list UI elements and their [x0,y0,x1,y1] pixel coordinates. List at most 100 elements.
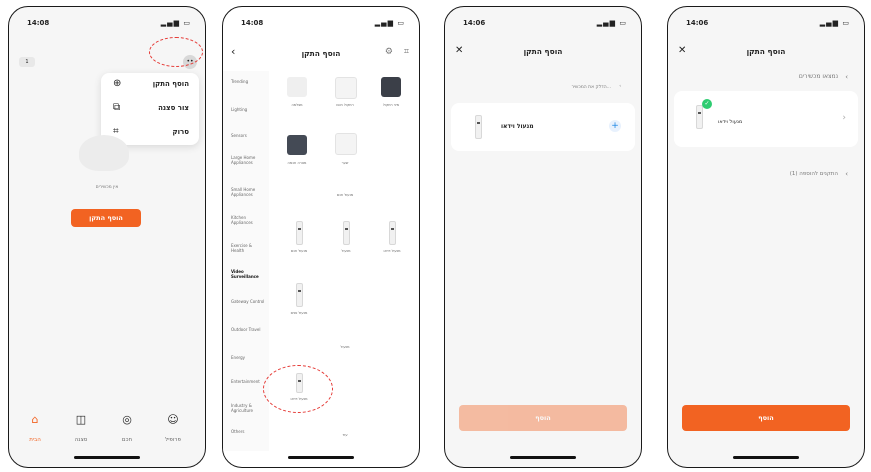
pending-devices-label[interactable]: (1) התקנים להוספה [790,171,838,177]
category-item[interactable]: Sensors [231,133,265,138]
lock-image [475,115,482,139]
category-sidebar [223,71,269,451]
tab-home[interactable]: ⌂ הבית [15,413,55,445]
category-item[interactable]: Entertainment [231,379,265,384]
lock-image[interactable] [389,221,396,245]
phone-add-device-searching: 14:06 ▂▄▆ ▭ ✕ הוסף התקן הדלק את המכשיר..… [444,6,642,468]
phone-home-screen: 14:08 ▂▄▆ ▭ 1 •• ⊕ הוסף התקן ⧉ צור סצנה … [8,6,206,468]
menu-label: סרוק [172,128,189,136]
home-indicator [510,456,576,459]
page-title: הוסף התקן [523,47,563,56]
lock-image[interactable] [296,221,303,245]
device-label: רמקול חכם [336,103,354,107]
category-item[interactable]: Small Home Appliances [231,187,265,197]
hint-text: הדלק את המכשיר... [571,85,611,90]
found-devices-label: נמצאו מכשירים [798,73,838,80]
scan-icon[interactable]: ⌗ [404,47,409,57]
device-name: מנעול וידאו [501,123,534,130]
device-tile-smart-light[interactable] [287,135,307,155]
category-item[interactable]: Lighting [231,107,265,112]
category-item[interactable]: Large Home Appliances [231,155,265,165]
device-card[interactable]: מנעול וידאו + [451,103,635,151]
back-icon[interactable]: ‹ [231,45,235,58]
tab-scene[interactable]: ◫ סצנה [61,413,101,445]
lock-image[interactable] [296,283,303,307]
status-bar: 14:08 ▂▄▆ ▭ [237,19,407,31]
device-label: מנעול וידאו [383,249,401,253]
status-time: 14:08 [241,19,264,27]
device-card-selected[interactable]: ✓ מנעול וידאו › [674,91,858,147]
lock-image [696,105,703,129]
category-item-selected[interactable]: Video Surveillance [231,269,265,279]
home-badge: 1 [25,59,29,65]
status-time: 14:06 [463,19,486,27]
add-circle-icon: ⊕ [113,78,122,89]
category-item[interactable]: Others [231,429,265,434]
phone-add-device-selected: 14:06 ▂▄▆ ▭ ✕ הוסף התקן נמצאו מכשירים ‹ … [667,6,865,468]
profile-icon: ☺ [167,413,179,426]
device-tile-gate[interactable] [335,133,357,155]
check-icon: ✓ [702,99,712,109]
device-tile-mini-speaker[interactable] [381,77,401,97]
home-indicator [288,456,354,459]
add-button-disabled[interactable]: הוסף [459,405,627,431]
settings-icon[interactable]: ⚙ [385,47,393,57]
lock-image[interactable] [343,221,350,245]
home-selector[interactable]: 1 [19,57,35,67]
category-item[interactable]: Gateway Control [231,299,265,304]
add-button[interactable]: הוסף [682,405,850,431]
tab-label: חכם [121,437,133,443]
device-label: מנעול חכם [290,249,308,253]
category-item[interactable]: Outdoor Travel [231,327,265,332]
section-title: מנעול [340,345,350,349]
category-item[interactable]: Kitchen Appliances [231,215,265,225]
section-title: מנעול חכם [336,193,354,197]
scene-icon: ◫ [75,413,87,426]
signal-battery-icon: ▂▄▆ ▭ [596,19,627,27]
tab-smart[interactable]: ◎ חכם [107,413,147,445]
highlight-circle [149,37,203,67]
category-item[interactable]: Energy [231,355,265,360]
device-tile-speaker[interactable] [335,77,357,99]
menu-label: צור סצנה [158,104,189,112]
add-menu: ⊕ הוסף התקן ⧉ צור סצנה ⌗ סרוק [101,73,199,145]
phone-device-catalog: 14:08 ▂▄▆ ▭ ‹ הוסף התקן ⚙ ⌗ Trending Lig… [222,6,420,468]
page-title: הוסף התקן [301,49,341,58]
device-label: מיני רמקול [382,103,400,107]
home-icon: ⌂ [31,413,39,426]
signal-battery-icon: ▂▄▆ ▭ [160,19,191,27]
device-label: שער [341,161,349,165]
device-label: מנעול פנים [290,311,308,315]
menu-item-create-scene[interactable]: ⧉ צור סצנה [101,97,199,121]
chevron-left-icon: ‹ [845,73,848,81]
add-device-button[interactable]: הוסף התקן [71,209,141,227]
device-label: מצלמה [291,103,303,107]
close-icon[interactable]: ✕ [455,45,463,56]
section-footer: עוד [342,433,348,437]
tab-label: פרופיל [165,437,181,443]
empty-state-text: אין מכשירים [95,185,119,190]
device-tile-camera[interactable] [287,77,307,97]
tab-profile[interactable]: ☺ פרופיל [153,413,193,445]
menu-label: הוסף התקן [152,80,189,88]
smart-icon: ◎ [122,413,132,426]
signal-battery-icon: ▂▄▆ ▭ [374,19,405,27]
chevron-right-icon[interactable]: › [842,113,846,123]
scene-icon: ⧉ [113,102,121,113]
status-time: 14:06 [686,19,709,27]
highlight-circle [263,365,333,413]
close-icon[interactable]: ✕ [678,45,686,56]
chevron-left-icon: ‹ [845,170,848,178]
empty-illustration [79,135,129,171]
device-name: מנעול וידאו [718,119,743,125]
chevron-left-icon: ‹ [619,84,621,89]
category-item[interactable]: Exercise & Health [231,243,265,253]
device-label: מנעול [341,249,351,253]
status-time: 14:08 [27,19,50,27]
menu-item-add-device[interactable]: ⊕ הוסף התקן [101,73,199,97]
category-item[interactable]: Industry & Agriculture [231,403,265,413]
add-plus-button[interactable]: + [609,120,621,132]
scan-icon: ⌗ [113,126,119,137]
category-item[interactable]: Trending [231,79,265,84]
tab-bar: ⌂ הבית ◫ סצנה ◎ חכם ☺ פרופיל [9,409,205,447]
